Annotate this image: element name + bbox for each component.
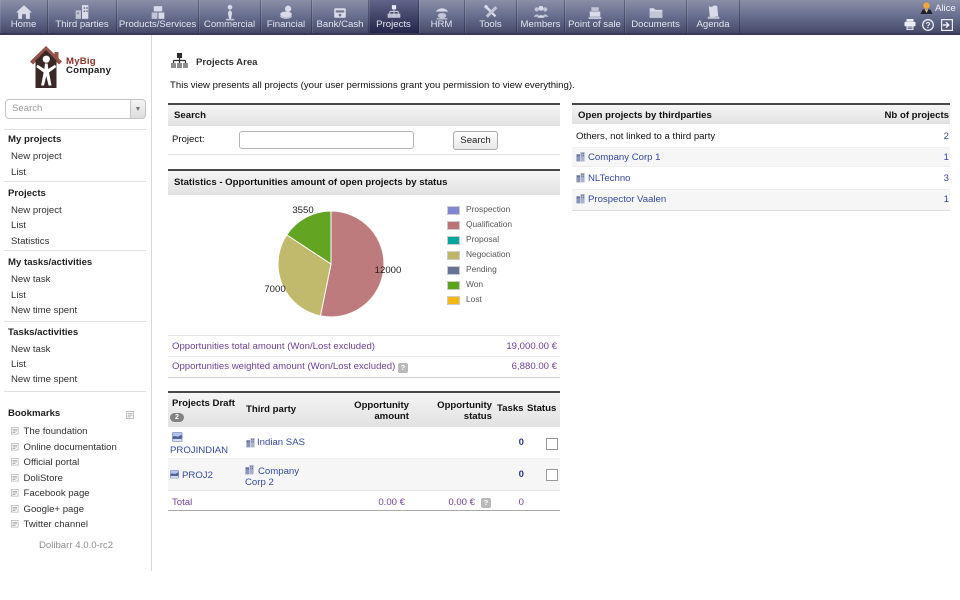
svg-text:?: ? (925, 20, 930, 30)
